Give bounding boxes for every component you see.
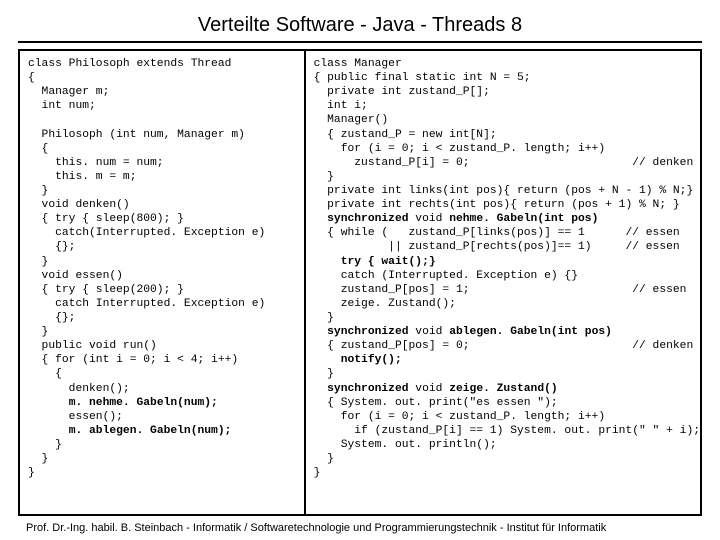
code-box: class Philosoph extends Thread { Manager…: [18, 49, 702, 516]
code-column-right: class Manager { public final static int …: [306, 51, 700, 514]
slide: Verteilte Software - Java - Threads 8 cl…: [0, 0, 720, 540]
title-rule: [18, 41, 702, 43]
slide-title: Verteilte Software - Java - Threads 8: [18, 14, 702, 37]
code-right: class Manager { public final static int …: [314, 57, 692, 480]
code-column-left: class Philosoph extends Thread { Manager…: [20, 51, 306, 514]
code-left: class Philosoph extends Thread { Manager…: [28, 57, 296, 480]
footer-text: Prof. Dr.-Ing. habil. B. Steinbach - Inf…: [18, 522, 702, 534]
